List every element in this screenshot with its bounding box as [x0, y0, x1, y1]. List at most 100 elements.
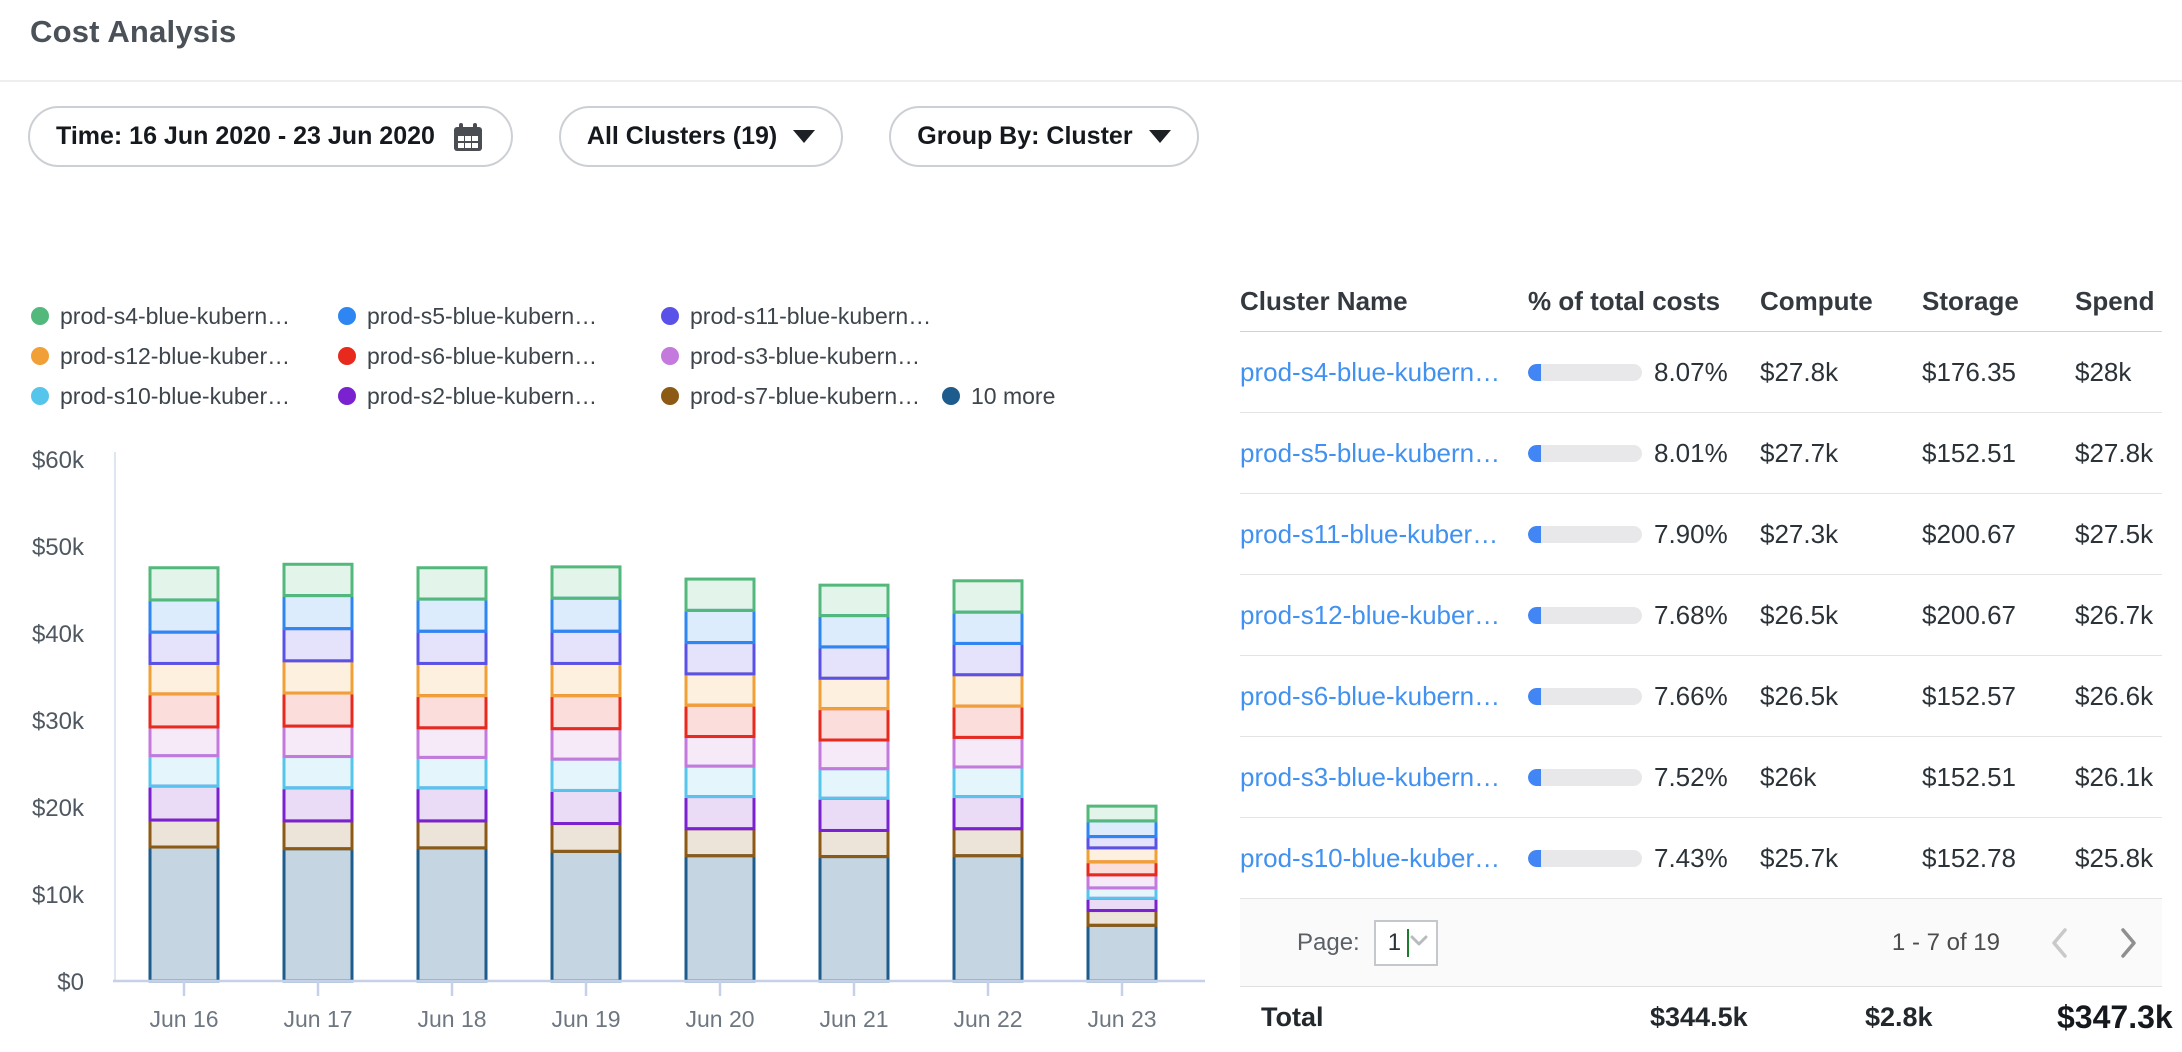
bar-segment[interactable]: [686, 643, 754, 674]
bar-segment[interactable]: [552, 824, 620, 852]
bar-segment[interactable]: [820, 585, 888, 615]
bar-segment[interactable]: [686, 766, 754, 796]
bar-segment[interactable]: [686, 705, 754, 736]
bar-segment[interactable]: [150, 820, 218, 847]
bar-segment[interactable]: [954, 675, 1022, 706]
bar-segment[interactable]: [820, 678, 888, 708]
bar-segment[interactable]: [150, 568, 218, 600]
bar-segment[interactable]: [820, 740, 888, 769]
bar-segment[interactable]: [552, 631, 620, 663]
bar-segment[interactable]: [284, 629, 352, 661]
bar-segment[interactable]: [284, 661, 352, 693]
legend-item[interactable]: 10 more: [942, 383, 1055, 410]
legend-item[interactable]: prod-s4-blue-kubern…: [31, 303, 338, 330]
clusters-filter-dropdown[interactable]: All Clusters (19): [559, 106, 843, 167]
bar-segment[interactable]: [954, 767, 1022, 797]
bar-segment[interactable]: [284, 849, 352, 981]
cluster-name-link[interactable]: prod-s6-blue-kubern…: [1240, 681, 1528, 712]
bar-segment[interactable]: [820, 769, 888, 799]
bar-segment[interactable]: [1088, 837, 1156, 848]
bar-segment[interactable]: [1088, 806, 1156, 821]
cluster-name-link[interactable]: prod-s5-blue-kubern…: [1240, 438, 1528, 469]
cluster-name-link[interactable]: prod-s3-blue-kubern…: [1240, 762, 1528, 793]
bar-segment[interactable]: [150, 663, 218, 693]
bar-segment[interactable]: [954, 581, 1022, 612]
bar-segment[interactable]: [284, 788, 352, 821]
bar-segment[interactable]: [954, 856, 1022, 981]
bar-segment[interactable]: [820, 647, 888, 678]
bar-segment[interactable]: [954, 612, 1022, 643]
bar-segment[interactable]: [552, 598, 620, 631]
bar-segment[interactable]: [150, 632, 218, 663]
bar-segment[interactable]: [686, 856, 754, 981]
bar-segment[interactable]: [150, 756, 218, 786]
bar-segment[interactable]: [552, 759, 620, 790]
bar-segment[interactable]: [150, 847, 218, 981]
bar-segment[interactable]: [284, 596, 352, 629]
next-page-button[interactable]: [2118, 926, 2140, 960]
bar-segment[interactable]: [150, 694, 218, 727]
bar-segment[interactable]: [284, 726, 352, 756]
bar-segment[interactable]: [820, 709, 888, 740]
cluster-name-link[interactable]: prod-s12-blue-kuber…: [1240, 600, 1528, 631]
bar-segment[interactable]: [1088, 875, 1156, 888]
bar-segment[interactable]: [954, 643, 1022, 674]
time-range-filter[interactable]: Time: 16 Jun 2020 - 23 Jun 2020: [28, 106, 513, 167]
bar-segment[interactable]: [284, 757, 352, 788]
group-by-dropdown[interactable]: Group By: Cluster: [889, 106, 1198, 167]
legend-item[interactable]: prod-s2-blue-kubern…: [338, 383, 661, 410]
bar-segment[interactable]: [418, 821, 486, 848]
bar-segment[interactable]: [552, 729, 620, 759]
cluster-name-link[interactable]: prod-s10-blue-kuber…: [1240, 843, 1528, 874]
bar-segment[interactable]: [686, 579, 754, 610]
bar-segment[interactable]: [552, 851, 620, 981]
bar-segment[interactable]: [820, 830, 888, 856]
legend-item[interactable]: prod-s10-blue-kuber…: [31, 383, 338, 410]
bar-segment[interactable]: [418, 728, 486, 758]
bar-segment[interactable]: [552, 567, 620, 598]
bar-segment[interactable]: [820, 857, 888, 981]
bar-segment[interactable]: [820, 616, 888, 647]
bar-segment[interactable]: [1088, 898, 1156, 910]
legend-item[interactable]: prod-s7-blue-kubern…: [661, 383, 942, 410]
bar-segment[interactable]: [1088, 925, 1156, 981]
bar-segment[interactable]: [552, 663, 620, 695]
bar-segment[interactable]: [954, 829, 1022, 856]
bar-segment[interactable]: [686, 797, 754, 829]
bar-segment[interactable]: [418, 757, 486, 787]
bar-segment[interactable]: [954, 706, 1022, 737]
cluster-name-link[interactable]: prod-s11-blue-kuber…: [1240, 519, 1528, 550]
bar-segment[interactable]: [418, 568, 486, 599]
previous-page-button[interactable]: [2048, 926, 2070, 960]
bar-segment[interactable]: [284, 693, 352, 726]
bar-segment[interactable]: [418, 599, 486, 631]
legend-item[interactable]: prod-s3-blue-kubern…: [661, 343, 942, 370]
bar-segment[interactable]: [686, 674, 754, 705]
bar-segment[interactable]: [150, 786, 218, 820]
bar-segment[interactable]: [418, 848, 486, 981]
bar-segment[interactable]: [1088, 848, 1156, 862]
bar-segment[interactable]: [954, 737, 1022, 767]
legend-item[interactable]: prod-s5-blue-kubern…: [338, 303, 661, 330]
bar-segment[interactable]: [284, 564, 352, 595]
bar-segment[interactable]: [418, 696, 486, 728]
bar-segment[interactable]: [418, 631, 486, 663]
bar-segment[interactable]: [552, 790, 620, 823]
bar-segment[interactable]: [150, 727, 218, 756]
bar-segment[interactable]: [150, 600, 218, 632]
legend-item[interactable]: prod-s6-blue-kubern…: [338, 343, 661, 370]
bar-segment[interactable]: [284, 821, 352, 849]
bar-segment[interactable]: [1088, 821, 1156, 837]
bar-segment[interactable]: [820, 798, 888, 830]
cluster-name-link[interactable]: prod-s4-blue-kubern…: [1240, 357, 1528, 388]
legend-item[interactable]: prod-s12-blue-kuber…: [31, 343, 338, 370]
bar-segment[interactable]: [1088, 888, 1156, 898]
bar-segment[interactable]: [552, 696, 620, 729]
bar-segment[interactable]: [954, 797, 1022, 829]
page-number-input[interactable]: 1: [1374, 920, 1438, 966]
bar-segment[interactable]: [686, 737, 754, 767]
bar-segment[interactable]: [418, 788, 486, 821]
bar-segment[interactable]: [1088, 911, 1156, 926]
bar-segment[interactable]: [686, 829, 754, 856]
bar-segment[interactable]: [686, 610, 754, 642]
